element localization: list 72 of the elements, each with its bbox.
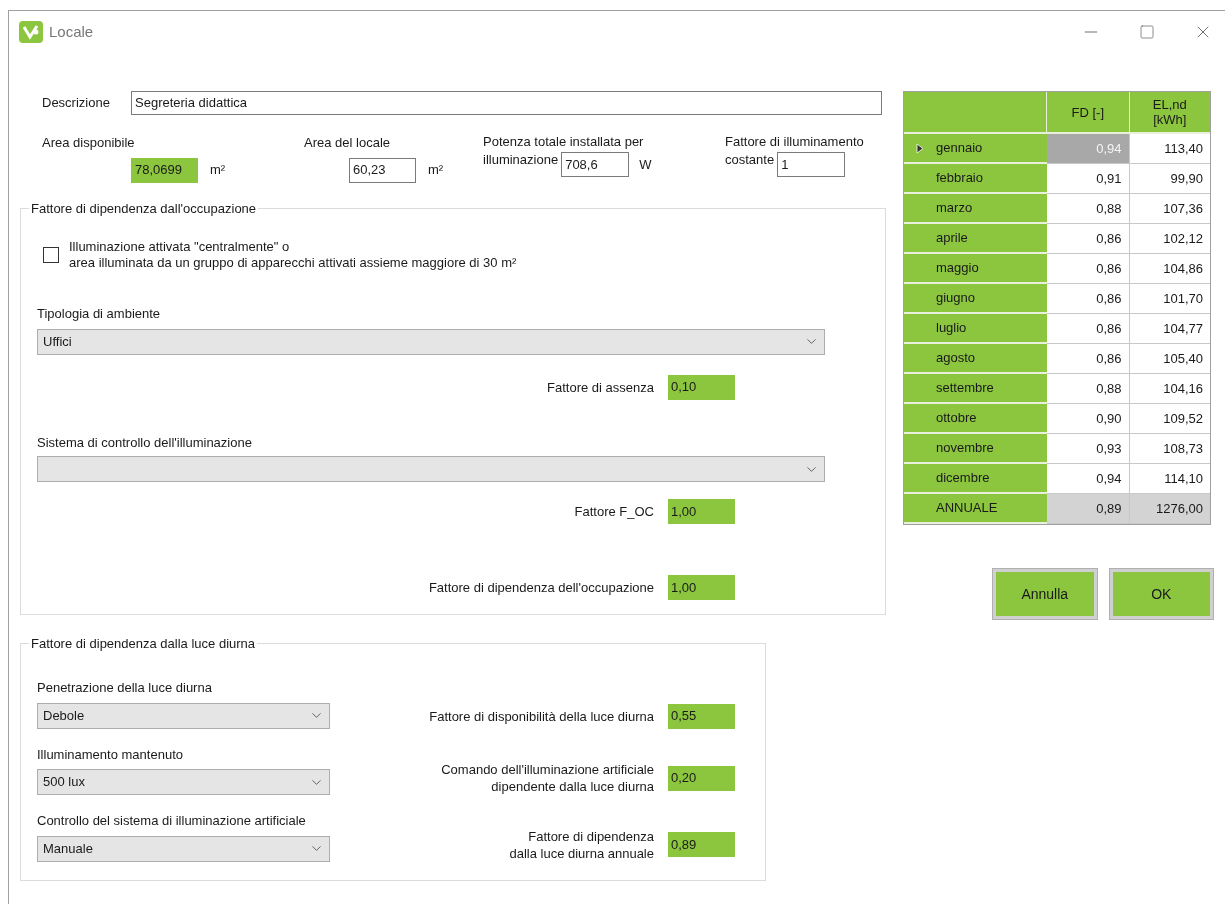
factor-value: 0,89: [668, 832, 735, 857]
app-logo-icon: [19, 21, 43, 43]
column-header: EL,nd [kWh]: [1151, 96, 1188, 129]
column-header: FD [-]: [1047, 92, 1130, 132]
table-cell[interactable]: 0,86: [1047, 314, 1130, 344]
table-cell[interactable]: 0,86: [1047, 284, 1130, 314]
table-cell: 108,73: [1129, 434, 1210, 464]
value-field[interactable]: 60,23: [349, 157, 416, 183]
description-field[interactable]: Segreteria didattica: [131, 91, 882, 115]
field-label: Area del locale: [304, 134, 391, 152]
table-cell[interactable]: 0,93: [1047, 434, 1130, 464]
table-cell: 99,90: [1129, 164, 1210, 194]
factor-value: 0,55: [668, 703, 735, 729]
table-cell[interactable]: 0,90: [1047, 404, 1130, 434]
factor-label: Fattore di dipendenza dalla luce diurna annuale: [509, 827, 654, 862]
factor-value: 0,20: [668, 765, 735, 791]
description-label: Descrizione: [42, 94, 111, 113]
factor-value: 0,10: [668, 374, 735, 400]
factor-label: Fattore di disponibilità della luce diurna: [429, 707, 654, 725]
field-label: Illuminamento mantenuto: [37, 745, 184, 764]
dropdown[interactable]: Uffici: [37, 328, 825, 355]
field-label: Fattore di illuminamento: [725, 133, 864, 151]
dropdown[interactable]: 500 lux: [37, 769, 330, 795]
checkbox-label: Illuminazione attivata "centralmente" o area illuminata da un gruppo di apparecchi attivati assieme maggiore di 30 m²: [69, 239, 517, 271]
table-cell: 109,52: [1129, 404, 1210, 434]
table-cell[interactable]: 0,88: [1047, 374, 1130, 404]
factor-label: Fattore di dipendenza dell'occupazione: [428, 579, 654, 596]
dialog-button[interactable]: OK: [1109, 569, 1213, 619]
row-pointer-icon: [916, 142, 924, 154]
factor-label: Fattore F_OC: [574, 503, 654, 520]
table-cell[interactable]: 0,86: [1047, 344, 1130, 374]
unit-label: m²: [428, 161, 444, 180]
dropdown[interactable]: [37, 456, 825, 482]
field-label: costante: [725, 151, 775, 169]
value-field[interactable]: 708,6: [561, 152, 630, 177]
table-cell[interactable]: 0,91: [1047, 164, 1130, 194]
value-field: 78,0699: [131, 157, 198, 183]
table-cell[interactable]: 0,88: [1047, 194, 1130, 224]
field-label: Penetrazione della luce diurna: [37, 679, 213, 697]
dialog-button[interactable]: Annulla: [993, 569, 1097, 619]
table-cell: 102,12: [1129, 224, 1210, 254]
table-cell[interactable]: 0,94: [1047, 464, 1130, 494]
field-label: Controllo del sistema di illuminazione artificiale: [37, 812, 307, 830]
factor-label: Fattore di assenza: [547, 378, 654, 396]
table-cell: 104,86: [1129, 254, 1210, 284]
field-label: Tipologia di ambiente: [37, 305, 162, 323]
table-cell: 104,77: [1129, 314, 1210, 344]
factor-label: Comando dell'illuminazione artificiale dipendente dalla luce diurna: [441, 761, 654, 795]
maximize-icon[interactable]: [1139, 24, 1155, 40]
table-cell: 1276,00: [1129, 494, 1210, 524]
checkbox[interactable]: [43, 247, 59, 263]
factor-value: 1,00: [668, 499, 735, 524]
field-label: illuminazione: [483, 151, 559, 169]
field-label: Area disponibile: [42, 134, 136, 152]
dropdown[interactable]: Manuale: [37, 835, 330, 862]
table-cell: 107,36: [1129, 194, 1210, 224]
table-cell: 104,16: [1129, 374, 1210, 404]
field-label: Potenza totale installata per: [483, 133, 644, 151]
window-title: Locale: [49, 21, 94, 42]
table-cell: 105,40: [1129, 344, 1210, 374]
unit-label: m²: [210, 161, 226, 180]
table-cell: 113,40: [1129, 134, 1210, 164]
table-cell: 114,10: [1129, 464, 1210, 494]
unit-label: W: [639, 155, 652, 174]
dropdown[interactable]: Debole: [37, 702, 330, 729]
table-cell[interactable]: 0,86: [1047, 254, 1130, 284]
table-cell[interactable]: 0,86: [1047, 224, 1130, 254]
value-field[interactable]: 1: [777, 152, 846, 177]
table-cell: 101,70: [1129, 284, 1210, 314]
factor-value: 1,00: [668, 575, 735, 600]
field-label: Sistema di controllo dell'illuminazione: [37, 433, 253, 452]
table-cell[interactable]: 0,89: [1047, 494, 1130, 524]
